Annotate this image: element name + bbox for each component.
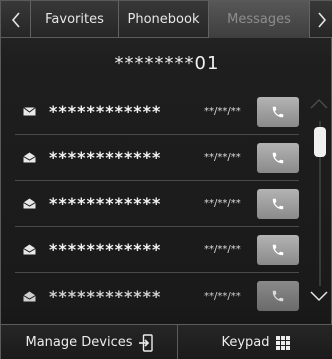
phone-messages-screen: Favorites Phonebook Messages ********01 … — [0, 0, 332, 359]
manage-devices-label: Manage Devices — [25, 335, 133, 350]
message-row[interactable]: ************ **/**/** — [15, 227, 299, 273]
message-sender: ************ — [49, 194, 162, 213]
keypad-grid-icon — [275, 335, 290, 350]
tab-forward-button[interactable] — [309, 1, 332, 38]
call-button[interactable] — [257, 96, 299, 127]
tab-favorites-label: Favorites — [45, 12, 104, 27]
envelope-open-icon — [23, 244, 45, 255]
call-button[interactable] — [257, 234, 299, 265]
phone-icon — [272, 290, 284, 302]
message-date: **/**/** — [204, 106, 241, 117]
message-date: **/**/** — [204, 244, 241, 255]
message-sender: ************ — [49, 286, 162, 306]
message-list: ************ **/**/** ************ **/**… — [15, 89, 299, 319]
envelope-open-icon — [23, 291, 45, 302]
tab-bar: Favorites Phonebook Messages — [1, 1, 332, 38]
manage-devices-button[interactable]: Manage Devices — [1, 325, 178, 359]
chevron-left-icon — [11, 11, 20, 28]
message-date: **/**/** — [204, 152, 241, 163]
scroll-down-button[interactable] — [309, 287, 329, 306]
tab-messages-label: Messages — [227, 12, 291, 27]
scroll-up-button[interactable] — [309, 95, 329, 114]
contact-name: ********01 — [114, 53, 220, 74]
message-sender: ************ — [49, 148, 162, 167]
scrollbar-thumb[interactable] — [314, 127, 326, 157]
phone-icon — [272, 198, 284, 209]
tab-back-button[interactable] — [1, 1, 31, 38]
message-sender: ************ — [49, 102, 162, 121]
message-sender: ************ — [49, 240, 162, 259]
envelope-open-icon — [23, 152, 45, 163]
keypad-label: Keypad — [221, 335, 270, 350]
bottom-bar: Manage Devices Keypad — [1, 324, 332, 359]
envelope-closed-icon — [23, 107, 45, 116]
chevron-up-icon — [310, 98, 328, 109]
message-row[interactable]: ************ **/**/** — [15, 135, 299, 181]
tab-phonebook-label: Phonebook — [127, 12, 200, 27]
message-row[interactable]: ************ **/**/** — [15, 89, 299, 135]
phone-icon — [272, 244, 284, 255]
call-button[interactable] — [257, 188, 299, 219]
phone-icon — [272, 106, 284, 117]
envelope-open-icon — [23, 198, 45, 209]
call-button[interactable] — [257, 281, 299, 311]
message-row[interactable]: ************ **/**/** — [15, 181, 299, 227]
chevron-right-icon — [317, 11, 326, 28]
call-button[interactable] — [257, 142, 299, 173]
phone-icon — [272, 152, 284, 163]
device-connect-icon — [138, 333, 153, 352]
message-date: **/**/** — [204, 290, 241, 302]
tab-messages[interactable]: Messages — [209, 1, 309, 38]
tab-favorites[interactable]: Favorites — [31, 1, 119, 38]
message-row[interactable]: ************ **/**/** — [15, 273, 299, 319]
tab-phonebook[interactable]: Phonebook — [119, 1, 209, 38]
keypad-button[interactable]: Keypad — [178, 325, 332, 359]
message-date: **/**/** — [204, 198, 241, 209]
chevron-down-icon — [310, 291, 328, 302]
